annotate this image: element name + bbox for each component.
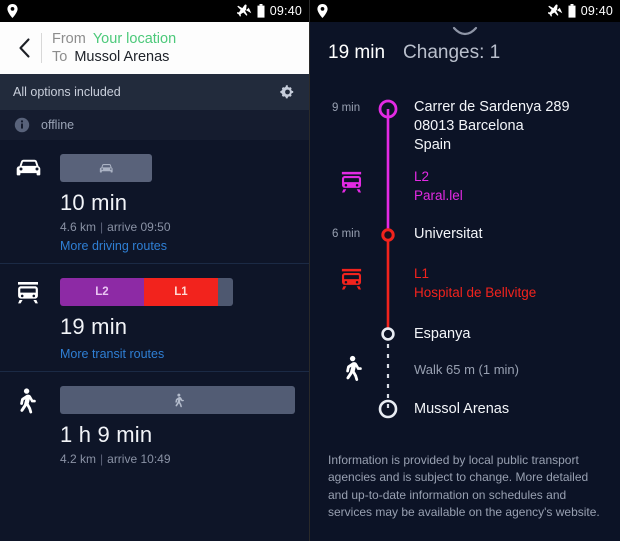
location-pin-icon (7, 4, 18, 18)
from-row[interactable]: From Your location (52, 31, 176, 47)
timeline-leg-l2[interactable]: L2 Paral.lel (414, 168, 463, 205)
back-button[interactable] (9, 28, 39, 68)
offline-label: offline (41, 118, 75, 132)
dual-screenshot: 09:40 From Your location To Mussol Arena… (0, 0, 620, 541)
walk-icon (14, 386, 60, 414)
walking-mode-bar (60, 386, 295, 414)
offline-banner: offline (0, 110, 309, 140)
meta-separator: | (100, 220, 104, 234)
info-icon (14, 117, 30, 133)
timeline-leg-l1[interactable]: L1 Hospital de Bellvitge (414, 265, 536, 302)
train-icon-magenta (338, 170, 365, 200)
transit-disclaimer: Information is provided by local public … (328, 453, 600, 520)
walk-icon-white (340, 355, 362, 387)
driving-arrival: arrive 09:50 (107, 220, 171, 234)
battery-icon (257, 4, 265, 18)
transit-detail-screen: 09:40 19 min Changes: 1 9 min Carrer de … (310, 0, 620, 541)
car-icon (14, 154, 60, 180)
walk-icon (174, 393, 184, 407)
timeline-stop-4[interactable]: Mussol Arenas (414, 400, 509, 419)
transit-segment-walk (218, 278, 233, 306)
options-bar-label: All options included (13, 85, 121, 99)
status-bar-clock: 09:40 (269, 4, 302, 18)
airplane-mode-icon (236, 4, 252, 18)
airplane-mode-icon (547, 4, 563, 18)
walking-distance: 4.2 km (60, 452, 97, 466)
sheet-drag-handle[interactable] (310, 22, 620, 38)
train-icon (14, 278, 60, 306)
walking-duration: 1 h 9 min (60, 422, 153, 447)
route-header: From Your location To Mussol Arenas (0, 22, 309, 74)
to-value: Mussol Arenas (74, 49, 170, 65)
route-options-screen: 09:40 From Your location To Mussol Arena… (0, 0, 310, 541)
transit-mode-bar: L2 L1 (60, 278, 233, 306)
timeline-time-1: 9 min (332, 102, 361, 114)
status-bar: 09:40 (0, 0, 309, 22)
chevron-handle-icon (452, 26, 478, 36)
gear-icon[interactable] (279, 84, 296, 101)
location-pin-icon (317, 4, 328, 18)
timeline-time-2: 6 min (332, 228, 361, 240)
battery-icon (568, 4, 576, 18)
route-option-walking[interactable]: 1 h 9 min 4.2 km | arrive 10:49 (0, 372, 309, 476)
car-icon (99, 163, 113, 173)
leg-line-name: L1 (414, 266, 430, 281)
status-bar: 09:40 (310, 0, 620, 22)
status-bar-clock: 09:40 (580, 4, 613, 18)
timeline-stop-1[interactable]: Carrer de Sardenya 289 08013 Barcelona S… (414, 98, 570, 155)
transit-total-duration: 19 min (328, 42, 386, 63)
to-label: To (52, 49, 68, 65)
header-divider (41, 33, 42, 63)
leg-destination: Paral.lel (414, 187, 463, 203)
timeline-stop-2[interactable]: Universitat (414, 225, 483, 244)
transit-segment-l2: L2 (60, 278, 144, 306)
transit-summary: 19 min Changes: 1 (310, 38, 620, 64)
transit-changes-count: Changes: 1 (403, 42, 501, 63)
driving-meta: 4.6 km | arrive 09:50 (60, 220, 309, 234)
driving-distance: 4.6 km (60, 220, 97, 234)
driving-mode-bar (60, 154, 152, 182)
leg-destination: Hospital de Bellvitge (414, 284, 537, 300)
leg-line-name: L2 (414, 169, 430, 184)
train-icon-red (338, 267, 365, 297)
more-driving-routes-link[interactable]: More driving routes (60, 239, 309, 253)
from-label: From (52, 31, 86, 47)
meta-separator: | (100, 452, 104, 466)
back-chevron-icon (18, 38, 30, 58)
stop-address-line1: Carrer de Sardenya 289 (414, 99, 570, 115)
timeline-walk-note: Walk 65 m (1 min) (414, 362, 519, 377)
options-bar[interactable]: All options included (0, 74, 309, 110)
driving-duration: 10 min (60, 190, 128, 215)
to-row[interactable]: To Mussol Arenas (52, 49, 176, 65)
from-value: Your location (92, 31, 177, 47)
stop-address-line3: Spain (414, 137, 452, 154)
transit-timeline: 9 min Carrer de Sardenya 289 08013 Barce… (310, 90, 620, 420)
stop-address-line2: 08013 Barcelona (414, 118, 524, 135)
more-transit-routes-link[interactable]: More transit routes (60, 347, 309, 361)
walking-arrival: arrive 10:49 (107, 452, 171, 466)
transit-duration: 19 min (60, 314, 128, 339)
route-option-driving[interactable]: 10 min 4.6 km | arrive 09:50 More driving … (0, 140, 309, 264)
walking-meta: 4.2 km | arrive 10:49 (60, 452, 309, 466)
transit-segment-l1: L1 (144, 278, 218, 306)
route-option-transit[interactable]: L2 L1 19 min More transit routes (0, 264, 309, 372)
timeline-stop-3[interactable]: Espanya (414, 325, 470, 344)
